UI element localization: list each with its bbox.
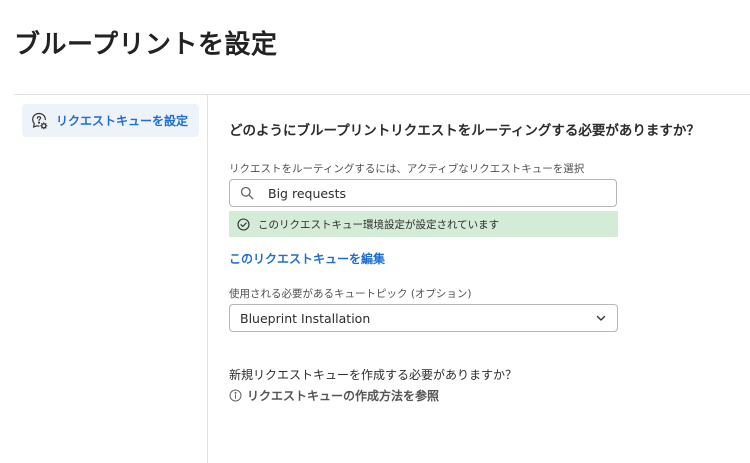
status-message: このリクエストキュー環境設定が設定されています (229, 211, 618, 237)
page-title: ブループリントを設定 (14, 30, 278, 60)
sidebar-item-request-queue[interactable]: リクエストキューを設定 (22, 104, 199, 137)
queue-settings-icon (28, 110, 50, 132)
search-icon (240, 186, 254, 200)
sidebar-divider (207, 95, 208, 463)
help-link-text: リクエストキューの作成方法を参照 (247, 389, 440, 403)
topic-field-label: 使用される必要があるキュートピック (オプション) (229, 288, 472, 300)
chevron-down-icon (596, 315, 606, 321)
queue-search-input[interactable] (268, 185, 588, 201)
queue-field-label: リクエストをルーティングするには、アクティブなリクエストキューを選択 (229, 163, 585, 175)
create-queue-help-link[interactable]: リクエストキューの作成方法を参照 (229, 387, 439, 404)
queue-topic-value: Blueprint Installation (240, 310, 371, 326)
check-circle-icon (237, 217, 250, 231)
queue-search-field[interactable] (229, 179, 617, 207)
routing-question: どのようにブループリントリクエストをルーティングする必要がありますか？ (229, 123, 700, 139)
sidebar: リクエストキューを設定 (14, 95, 207, 463)
new-queue-question: 新規リクエストキューを作成する必要がありますか？ (229, 368, 518, 382)
status-text: このリクエストキュー環境設定が設定されています (258, 218, 500, 231)
sidebar-item-label: リクエストキューを設定 (56, 114, 189, 128)
edit-queue-link[interactable]: このリクエストキューを編集 (229, 250, 385, 267)
info-icon (229, 389, 242, 402)
queue-topic-select[interactable]: Blueprint Installation (229, 304, 618, 332)
